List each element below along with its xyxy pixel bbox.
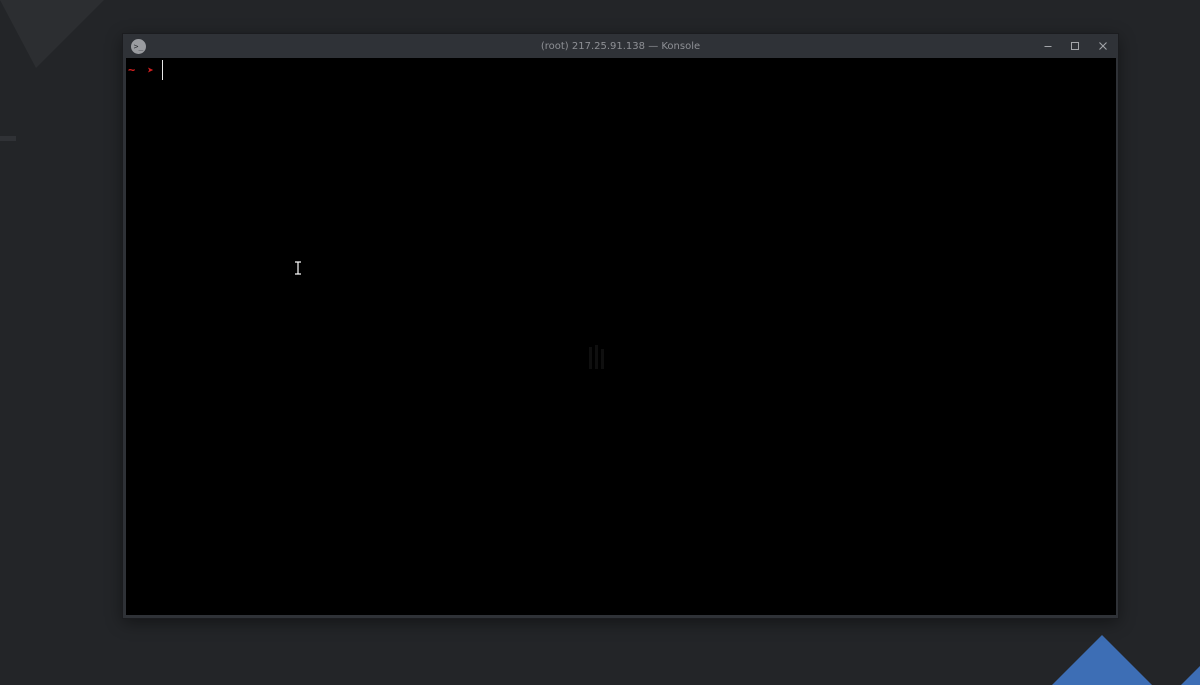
close-button[interactable] — [1095, 38, 1111, 54]
wallpaper-accent-shape — [1180, 660, 1200, 685]
konsole-window[interactable]: >_ (root) 217.25.91.138 — Konsole ~ ➤ — [123, 34, 1118, 618]
close-icon — [1099, 42, 1107, 50]
minimize-button[interactable] — [1040, 38, 1056, 54]
terminal-area[interactable]: ~ ➤ — [126, 58, 1116, 615]
prompt-directory: ~ — [128, 63, 136, 77]
wallpaper-shape — [0, 136, 16, 141]
desktop: >_ (root) 217.25.91.138 — Konsole ~ ➤ — [0, 0, 1200, 685]
mouse-ibeam-cursor-icon — [295, 261, 301, 275]
title-bar[interactable]: >_ (root) 217.25.91.138 — Konsole — [123, 34, 1118, 58]
text-cursor — [161, 60, 163, 80]
terminal-watermark-icon — [589, 345, 604, 369]
maximize-icon — [1071, 42, 1079, 50]
prompt-line[interactable]: ~ ➤ — [128, 60, 163, 80]
wallpaper-shape — [0, 0, 104, 68]
prompt-arrow-icon: ➤ — [147, 63, 154, 77]
minimize-icon — [1044, 46, 1052, 47]
window-title: (root) 217.25.91.138 — Konsole — [540, 41, 701, 52]
wallpaper-accent-shape — [1050, 635, 1154, 685]
maximize-button[interactable] — [1067, 38, 1083, 54]
